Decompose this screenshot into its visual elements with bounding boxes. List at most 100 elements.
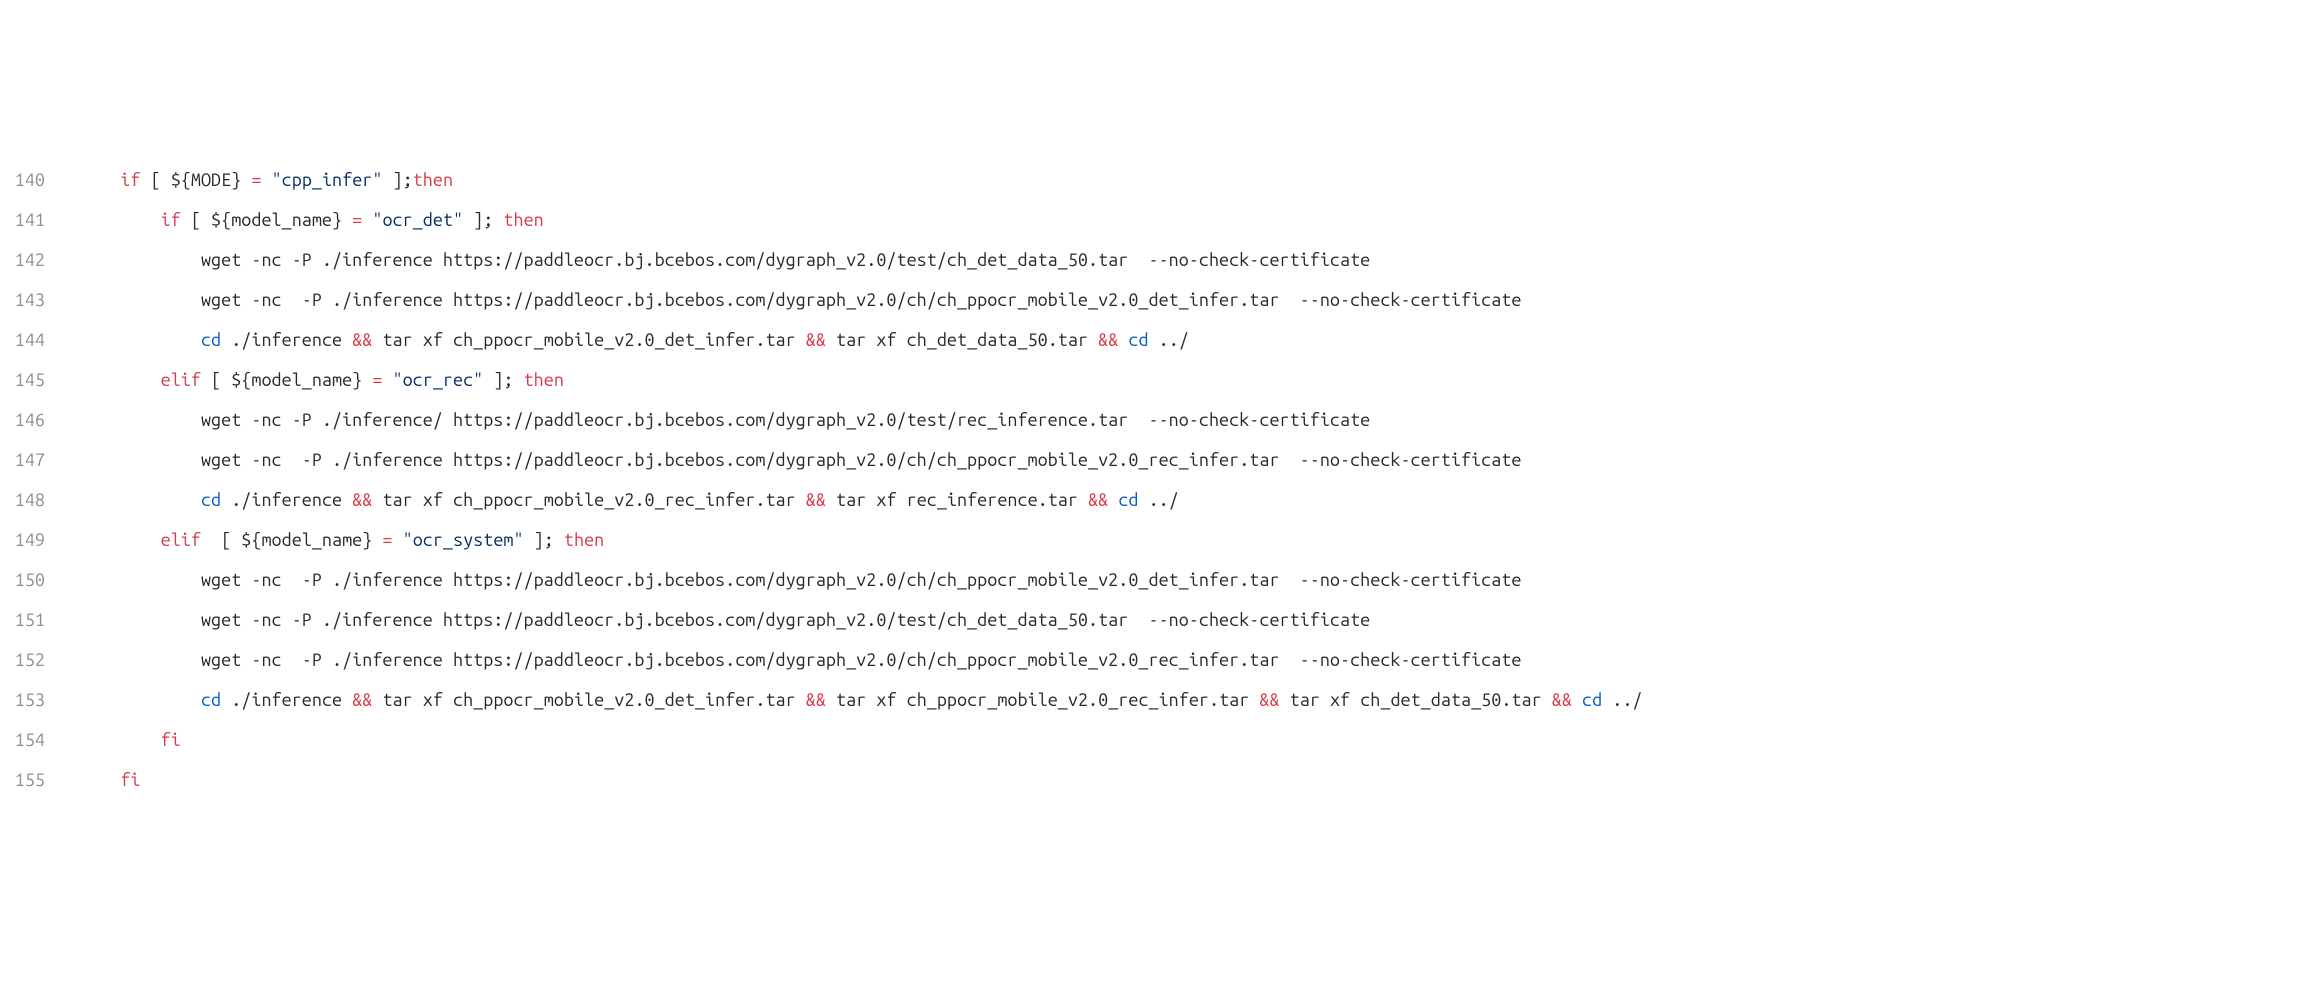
token: wget -nc -P ./inference https://paddleoc…	[201, 250, 1370, 270]
token: =	[382, 530, 392, 550]
token: wget -nc -P ./inference https://paddleoc…	[201, 610, 1370, 630]
token: cd	[1118, 490, 1138, 510]
code-content[interactable]: wget -nc -P ./inference https://paddleoc…	[70, 640, 2308, 680]
code-content[interactable]: fi	[70, 720, 2308, 760]
indent	[80, 410, 201, 430]
code-content[interactable]: wget -nc -P ./inference/ https://paddleo…	[70, 400, 2308, 440]
token: tar xf ch_ppocr_mobile_v2.0_det_infer.ta…	[372, 330, 805, 350]
indent	[80, 170, 120, 190]
token: tar xf rec_inference.tar	[826, 490, 1088, 510]
code-line: 152 wget -nc -P ./inference https://padd…	[0, 640, 2308, 680]
token: &&	[352, 330, 372, 350]
code-line: 148 cd ./inference && tar xf ch_ppocr_mo…	[0, 480, 2308, 520]
code-line: 143 wget -nc -P ./inference https://padd…	[0, 280, 2308, 320]
token: ../	[1149, 330, 1189, 350]
code-line: 144 cd ./inference && tar xf ch_ppocr_mo…	[0, 320, 2308, 360]
token: "ocr_det"	[372, 210, 463, 230]
token: cd	[1582, 690, 1602, 710]
line-number: 148	[0, 480, 70, 520]
token: [ ${model_name}	[201, 370, 372, 390]
code-line: 155 fi	[0, 760, 2308, 800]
code-line: 142 wget -nc -P ./inference https://padd…	[0, 240, 2308, 280]
token: if	[161, 210, 181, 230]
token: then	[564, 530, 604, 550]
code-content[interactable]: wget -nc -P ./inference https://paddleoc…	[70, 240, 2308, 280]
token: then	[503, 210, 543, 230]
code-content[interactable]: elif [ ${model_name} = "ocr_rec" ]; then	[70, 360, 2308, 400]
token: &&	[1552, 690, 1572, 710]
line-number: 152	[0, 640, 70, 680]
indent	[80, 530, 161, 550]
code-content[interactable]: fi	[70, 760, 2308, 800]
token: &&	[806, 330, 826, 350]
code-content[interactable]: wget -nc -P ./inference https://paddleoc…	[70, 600, 2308, 640]
indent	[80, 690, 201, 710]
code-block: 140 if [ ${MODE} = "cpp_infer" ];then141…	[0, 160, 2308, 800]
code-content[interactable]: elif [ ${model_name} = "ocr_system" ]; t…	[70, 520, 2308, 560]
token: &&	[352, 490, 372, 510]
token: &&	[1088, 490, 1108, 510]
line-number: 140	[0, 160, 70, 200]
token: =	[251, 170, 261, 190]
token	[1572, 690, 1582, 710]
token: tar xf ch_det_data_50.tar	[1280, 690, 1552, 710]
code-line: 145 elif [ ${model_name} = "ocr_rec" ]; …	[0, 360, 2308, 400]
token: ];	[382, 170, 412, 190]
token: &&	[1098, 330, 1118, 350]
indent	[80, 250, 201, 270]
code-line: 146 wget -nc -P ./inference/ https://pad…	[0, 400, 2308, 440]
line-number: 155	[0, 760, 70, 800]
code-line: 153 cd ./inference && tar xf ch_ppocr_mo…	[0, 680, 2308, 720]
token: elif	[161, 530, 201, 550]
token: [ ${model_name}	[201, 530, 382, 550]
code-content[interactable]: wget -nc -P ./inference https://paddleoc…	[70, 440, 2308, 480]
token: ./inference	[221, 330, 352, 350]
line-number: 150	[0, 560, 70, 600]
token: "ocr_system"	[403, 530, 524, 550]
code-content[interactable]: wget -nc -P ./inference https://paddleoc…	[70, 560, 2308, 600]
line-number: 144	[0, 320, 70, 360]
token: cd	[201, 330, 221, 350]
token	[362, 210, 372, 230]
line-number: 147	[0, 440, 70, 480]
code-content[interactable]: cd ./inference && tar xf ch_ppocr_mobile…	[70, 320, 2308, 360]
code-content[interactable]: wget -nc -P ./inference https://paddleoc…	[70, 280, 2308, 320]
token: ];	[483, 370, 523, 390]
token: ];	[463, 210, 503, 230]
indent	[80, 610, 201, 630]
token	[1108, 490, 1118, 510]
token: wget -nc -P ./inference https://paddleoc…	[201, 450, 1521, 470]
code-line: 150 wget -nc -P ./inference https://padd…	[0, 560, 2308, 600]
indent	[80, 370, 161, 390]
token: &&	[1259, 690, 1279, 710]
token: "cpp_infer"	[272, 170, 383, 190]
code-content[interactable]: if [ ${MODE} = "cpp_infer" ];then	[70, 160, 2308, 200]
token: elif	[161, 370, 201, 390]
token: cd	[201, 490, 221, 510]
token: cd	[201, 690, 221, 710]
code-content[interactable]: cd ./inference && tar xf ch_ppocr_mobile…	[70, 480, 2308, 520]
token: ../	[1139, 490, 1179, 510]
indent	[80, 330, 201, 350]
token: =	[352, 210, 362, 230]
token: tar xf ch_ppocr_mobile_v2.0_rec_infer.ta…	[826, 690, 1259, 710]
code-line: 147 wget -nc -P ./inference https://padd…	[0, 440, 2308, 480]
line-number: 143	[0, 280, 70, 320]
token: if	[120, 170, 140, 190]
token: cd	[1128, 330, 1148, 350]
code-content[interactable]: cd ./inference && tar xf ch_ppocr_mobile…	[70, 680, 2308, 720]
token	[382, 370, 392, 390]
code-line: 140 if [ ${MODE} = "cpp_infer" ];then	[0, 160, 2308, 200]
indent	[80, 210, 161, 230]
code-line: 149 elif [ ${model_name} = "ocr_system" …	[0, 520, 2308, 560]
code-line: 151 wget -nc -P ./inference https://padd…	[0, 600, 2308, 640]
line-number: 154	[0, 720, 70, 760]
code-line: 141 if [ ${model_name} = "ocr_det" ]; th…	[0, 200, 2308, 240]
token: then	[413, 170, 453, 190]
token	[261, 170, 271, 190]
indent	[80, 570, 201, 590]
code-content[interactable]: if [ ${model_name} = "ocr_det" ]; then	[70, 200, 2308, 240]
line-number: 149	[0, 520, 70, 560]
token	[393, 530, 403, 550]
indent	[80, 490, 201, 510]
